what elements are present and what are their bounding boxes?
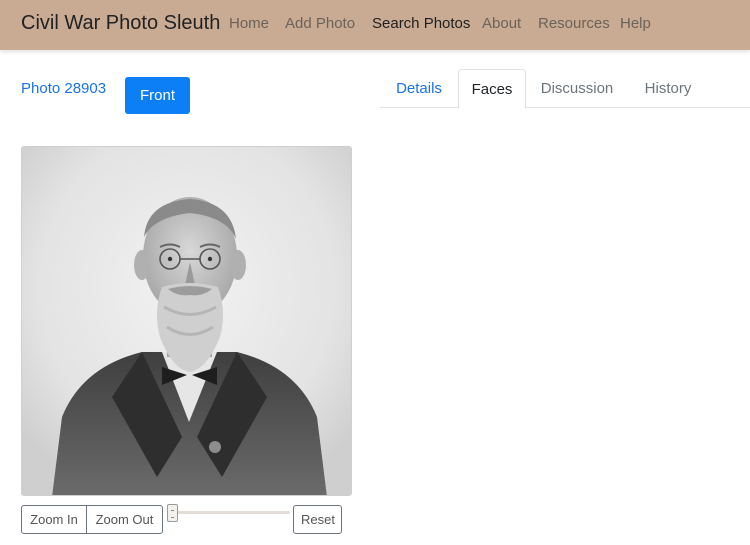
front-side-button[interactable]: Front	[125, 77, 190, 114]
nav-about[interactable]: About	[482, 15, 521, 32]
nav-add-photo[interactable]: Add Photo	[285, 15, 355, 32]
zoom-out-button[interactable]: Zoom Out	[86, 505, 163, 534]
zoom-in-button[interactable]: Zoom In	[21, 505, 87, 534]
nav-search-photos[interactable]: Search Photos	[372, 15, 470, 32]
brand-logo-text[interactable]: Civil War Photo Sleuth	[21, 12, 220, 35]
zoom-slider-handle[interactable]	[167, 504, 178, 522]
photo-id-link[interactable]: Photo 28903	[21, 80, 106, 97]
portrait-photo[interactable]	[21, 146, 352, 496]
tab-history[interactable]: History	[628, 69, 708, 108]
portrait-photo-icon	[22, 147, 351, 495]
nav-home[interactable]: Home	[229, 15, 269, 32]
photo-tabs: Details Faces Discussion History	[380, 69, 750, 109]
nav-help[interactable]: Help	[620, 15, 651, 32]
reset-zoom-button[interactable]: Reset	[293, 505, 342, 534]
tab-faces[interactable]: Faces	[458, 69, 526, 109]
zoom-slider-track[interactable]	[172, 511, 290, 514]
top-navbar: Civil War Photo Sleuth Home Add Photo Se…	[0, 0, 750, 50]
tab-details[interactable]: Details	[380, 69, 458, 108]
tab-discussion[interactable]: Discussion	[526, 69, 628, 108]
nav-resources[interactable]: Resources	[538, 15, 610, 32]
